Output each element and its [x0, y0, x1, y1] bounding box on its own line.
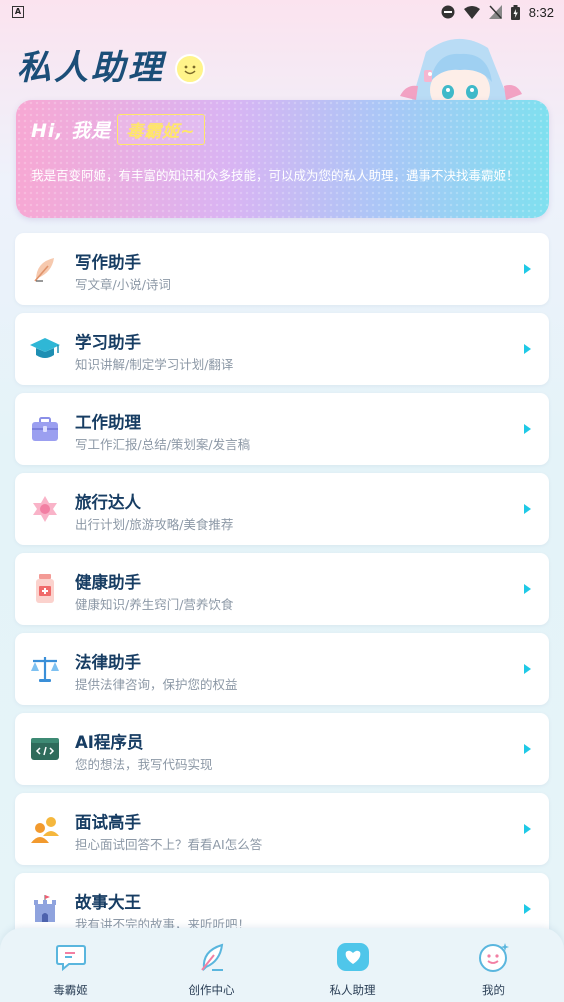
chevron-right-icon [524, 824, 531, 834]
clock: 8:32 [528, 4, 554, 20]
assistant-card-health[interactable]: 健康助手 健康知识/养生窍门/营养饮食 [15, 553, 549, 625]
tab-private-assistant[interactable]: 私人助理 [303, 940, 403, 998]
assistant-card-interview[interactable]: 面试高手 担心面试回答不上？看看AI怎么答 [15, 793, 549, 865]
card-title: 故事大王 [75, 893, 141, 912]
intro-banner: Hi, 我是 毒霸姬~ 我是百变阿姬，有丰富的知识和众多技能，可以成为您的私人助… [16, 100, 549, 218]
greeting-text: Hi, 我是 [31, 120, 112, 142]
card-title: 法律助手 [75, 653, 141, 672]
card-subtitle: 健康知识/养生窍门/营养饮食 [75, 597, 234, 612]
card-title: 健康助手 [75, 573, 141, 592]
chevron-right-icon [524, 664, 531, 674]
tab-mine[interactable]: 我的 [444, 940, 544, 998]
card-subtitle: 知识讲解/制定学习计划/翻译 [75, 357, 234, 372]
chevron-right-icon [524, 904, 531, 914]
chevron-right-icon [524, 584, 531, 594]
tab-label: 我的 [482, 983, 505, 997]
bottom-tab-bar: 毒霸姬 创作中心 私人助理 我的 [0, 928, 564, 1002]
tab-label: 毒霸姬 [53, 983, 88, 997]
tab-dubaji[interactable]: 毒霸姬 [21, 940, 121, 998]
page-title: 私人助理 [17, 48, 165, 88]
tab-creation-center[interactable]: 创作中心 [162, 940, 262, 998]
notification-a-icon: A [12, 6, 24, 18]
assistant-card-travel[interactable]: 旅行达人 出行计划/旅游攻略/美食推荐 [15, 473, 549, 545]
card-subtitle: 写工作汇报/总结/策划案/发言稿 [75, 437, 251, 452]
medicine-bottle-icon [29, 573, 61, 605]
card-title: 面试高手 [75, 813, 141, 832]
page-header: 私人助理 [17, 40, 205, 89]
card-title: 学习助手 [75, 333, 141, 352]
code-window-icon [29, 733, 61, 765]
assistant-card-law[interactable]: 法律助手 提供法律咨询，保护您的权益 [15, 633, 549, 705]
chat-bubble-icon [54, 940, 88, 974]
no-signal-icon [488, 5, 502, 19]
assistant-list: 写作助手 写文章/小说/诗词 学习助手 知识讲解/制定学习计划/翻译 工作助理 … [15, 233, 549, 953]
assistant-card-study[interactable]: 学习助手 知识讲解/制定学习计划/翻译 [15, 313, 549, 385]
briefcase-icon [29, 413, 61, 445]
smile-face-icon [477, 940, 511, 974]
card-subtitle: 提供法律咨询，保护您的权益 [75, 677, 238, 692]
assistant-heart-icon [336, 940, 370, 974]
card-subtitle: 出行计划/旅游攻略/美食推荐 [75, 517, 234, 532]
card-title: 写作助手 [75, 253, 141, 272]
assistant-card-writing[interactable]: 写作助手 写文章/小说/诗词 [15, 233, 549, 305]
chevron-right-icon [524, 424, 531, 434]
chevron-right-icon [524, 504, 531, 514]
status-bar: A 8:32 [0, 0, 564, 24]
tab-label: 创作中心 [188, 983, 235, 997]
graduation-cap-icon [29, 333, 61, 365]
feather-icon [29, 253, 61, 285]
card-title: AI程序员 [75, 733, 144, 752]
assistant-card-work[interactable]: 工作助理 写工作汇报/总结/策划案/发言稿 [15, 393, 549, 465]
card-title: 工作助理 [75, 413, 141, 432]
scales-icon [29, 653, 61, 685]
castle-icon [29, 893, 61, 925]
battery-icon [510, 4, 520, 20]
smiley-icon [175, 53, 205, 84]
banner-description: 我是百变阿姬，有丰富的知识和众多技能，可以成为您的私人助理，遇事不决找毒霸姬！ [31, 168, 519, 183]
card-subtitle: 写文章/小说/诗词 [75, 277, 171, 292]
greeting-row: Hi, 我是 毒霸姬~ [31, 114, 205, 145]
card-subtitle: 您的想法，我写代码实现 [75, 757, 213, 772]
chevron-right-icon [524, 344, 531, 354]
tab-label: 私人助理 [329, 983, 376, 997]
star-flower-icon [29, 493, 61, 525]
do-not-disturb-icon [441, 5, 455, 19]
assistant-name-tag: 毒霸姬~ [117, 114, 205, 145]
card-subtitle: 担心面试回答不上？看看AI怎么答 [75, 837, 263, 852]
assistant-card-programmer[interactable]: AI程序员 您的想法，我写代码实现 [15, 713, 549, 785]
interview-people-icon [29, 813, 61, 845]
card-title: 旅行达人 [75, 493, 141, 512]
pen-icon [195, 940, 229, 974]
chevron-right-icon [524, 744, 531, 754]
chevron-right-icon [524, 264, 531, 274]
wifi-icon [463, 5, 480, 19]
